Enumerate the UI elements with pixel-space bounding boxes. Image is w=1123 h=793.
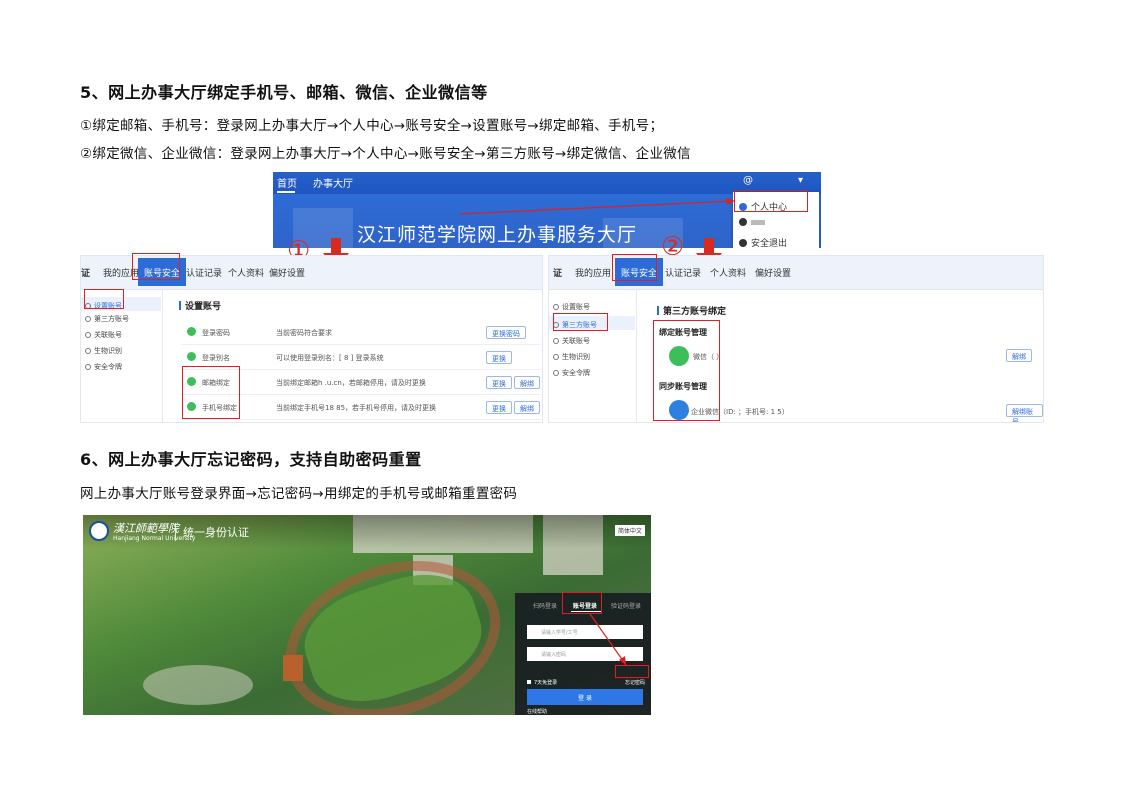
sidebar: 设置账号 第三方账号 关联账号 生物识别 安全令牌 <box>549 290 637 422</box>
sidebar-item-linked[interactable]: 关联账号 <box>85 330 122 340</box>
sidebar-item-label: 关联账号 <box>94 331 122 339</box>
sidebar: 设置账号 第三方账号 关联账号 生物识别 安全令牌 <box>81 290 163 422</box>
sidebar-item-biometric[interactable]: 生物识别 <box>85 346 122 356</box>
gear-icon <box>85 348 91 354</box>
unbind-email-button[interactable]: 解绑 <box>514 376 540 389</box>
portal-title: 汉江师范学院网上办事服务大厅 <box>357 224 638 246</box>
gear-icon <box>553 304 559 310</box>
check-icon <box>187 352 196 361</box>
section6-desc: 网上办事大厅账号登录界面→忘记密码→用绑定的手机号或邮箱重置密码 <box>80 486 518 502</box>
section5-step2: ②绑定微信、企业微信：登录网上办事大厅→个人中心→账号安全→第三方账号→绑定微信… <box>80 146 691 162</box>
tab-code-login[interactable]: 验证码登录 <box>611 601 641 610</box>
highlight-account-tab <box>562 592 602 614</box>
tab-profile[interactable]: 个人资料 <box>710 266 746 279</box>
menu-logout-label: 安全退出 <box>751 239 788 248</box>
login-title: 统一身份认证 <box>183 526 249 539</box>
check-icon <box>187 327 196 336</box>
tab-my-apps[interactable]: 我的应用 <box>575 266 611 279</box>
sidebar-item-token[interactable]: 安全令牌 <box>85 362 122 372</box>
username-input[interactable]: 请输入学号/工号 <box>527 625 643 639</box>
unbind-wechat-button[interactable]: 解绑 <box>1006 349 1032 362</box>
highlight-forgot <box>615 665 649 678</box>
change-phone-button[interactable]: 更换 <box>486 401 512 414</box>
header-divider <box>175 523 176 541</box>
row-name: 登录密码 <box>202 329 230 337</box>
blurred-text <box>751 219 765 225</box>
section5-heading: 5、网上办事大厅绑定手机号、邮箱、微信、企业微信等 <box>80 83 488 102</box>
menu-item-hidden[interactable] <box>739 218 765 226</box>
row-desc: 当前绑定邮箱h .u.cn，若邮箱停用，请及时更换 <box>276 379 426 387</box>
logout-icon <box>739 238 747 247</box>
row-desc: 当前密码符合要求 <box>276 329 332 337</box>
section-title: 设置账号 <box>179 299 221 312</box>
remember-checkbox[interactable]: 7天免登录 <box>527 679 557 686</box>
account-security-panel: 证 我的应用 账号安全 认证记录 个人资料 偏好设置 设置账号 第三方账号 关联… <box>80 255 543 423</box>
section6-heading: 6、网上办事大厅忘记密码，支持自助密码重置 <box>80 450 422 469</box>
highlight-personal-center <box>734 190 808 212</box>
change-password-button[interactable]: 更换密码 <box>486 326 526 339</box>
sidebar-item-biometric[interactable]: 生物识别 <box>553 352 590 362</box>
gear-icon <box>85 316 91 322</box>
university-logo <box>89 521 109 541</box>
menu-logout[interactable]: 安全退出 <box>739 236 787 248</box>
sidebar-item-label: 生物识别 <box>562 353 590 361</box>
tab-auth-records[interactable]: 认证记录 <box>186 266 222 279</box>
section-title: 第三方账号绑定 <box>657 304 726 317</box>
tab-cert[interactable]: 证 <box>553 266 562 279</box>
language-switch[interactable]: 简体中文 <box>614 525 645 536</box>
tab-auth-records[interactable]: 认证记录 <box>665 266 701 279</box>
sidebar-item-token[interactable]: 安全令牌 <box>553 368 590 378</box>
plaza <box>143 665 253 705</box>
highlight-sidebar <box>84 289 124 309</box>
sidebar-item-label: 设置账号 <box>562 303 590 311</box>
tab-preferences[interactable]: 偏好设置 <box>269 266 305 279</box>
sidebar-item-linked[interactable]: 关联账号 <box>553 336 590 346</box>
unbind-phone-button[interactable]: 解绑 <box>514 401 540 414</box>
sidebar-item-label: 关联账号 <box>562 337 590 345</box>
help-link[interactable]: 在线帮助 <box>527 708 547 715</box>
change-email-button[interactable]: 更换 <box>486 376 512 389</box>
gear-icon <box>85 364 91 370</box>
chevron-down-icon[interactable]: ▾ <box>798 175 803 186</box>
unbind-wework-button[interactable]: 解绑账号 <box>1006 404 1043 422</box>
sidebar-item-label: 安全令牌 <box>94 363 122 371</box>
pavilion <box>283 655 303 681</box>
gear-icon <box>85 332 91 338</box>
gear-icon <box>553 370 559 376</box>
user-menu-trigger[interactable]: @ <box>743 175 753 186</box>
tab-cert[interactable]: 证 <box>81 266 90 279</box>
row-name: 登录别名 <box>202 354 230 362</box>
school-name-cn: 漢江師範學院 <box>113 522 179 535</box>
highlight-bind-rows <box>182 366 240 419</box>
highlight-sidebar-right <box>553 313 608 331</box>
highlight-tab <box>132 253 180 280</box>
sidebar-item-third-party[interactable]: 第三方账号 <box>85 314 129 324</box>
sidebar-item-label: 第三方账号 <box>94 315 129 323</box>
nav-home[interactable]: 首页 <box>277 175 297 190</box>
forgot-password-link[interactable]: 忘记密码 <box>625 679 645 686</box>
row-desc: 可以使用登录别名：[ 8 ] 登录系统 <box>276 354 384 362</box>
login-button[interactable]: 登 录 <box>527 689 643 705</box>
row-desc: 当前绑定手机号18 85，若手机号停用，请及时更换 <box>276 404 437 412</box>
settings-row: 登录密码 当前密码符合要求 更换密码 <box>181 320 541 345</box>
app-icon <box>739 218 747 226</box>
highlight-tab-right <box>612 254 657 281</box>
gear-icon <box>553 338 559 344</box>
nav-hall[interactable]: 办事大厅 <box>313 175 353 190</box>
tab-preferences[interactable]: 偏好设置 <box>755 266 791 279</box>
gear-icon <box>553 354 559 360</box>
tab-qr-login[interactable]: 扫码登录 <box>533 601 557 610</box>
change-alias-button[interactable]: 更换 <box>486 351 512 364</box>
nav-home-underline <box>277 191 295 193</box>
password-input[interactable]: 请输入密码 <box>527 647 643 661</box>
sidebar-item-label: 安全令牌 <box>562 369 590 377</box>
highlight-third-party <box>653 320 720 421</box>
tab-profile[interactable]: 个人资料 <box>228 266 264 279</box>
login-screenshot: 漢江師範學院 Hanjiang Normal University 统一身份认证… <box>83 515 651 715</box>
sidebar-item-set-account[interactable]: 设置账号 <box>553 302 590 312</box>
section5-step1: ①绑定邮箱、手机号：登录网上办事大厅→个人中心→账号安全→设置账号→绑定邮箱、手… <box>80 118 664 134</box>
sidebar-item-label: 生物识别 <box>94 347 122 355</box>
